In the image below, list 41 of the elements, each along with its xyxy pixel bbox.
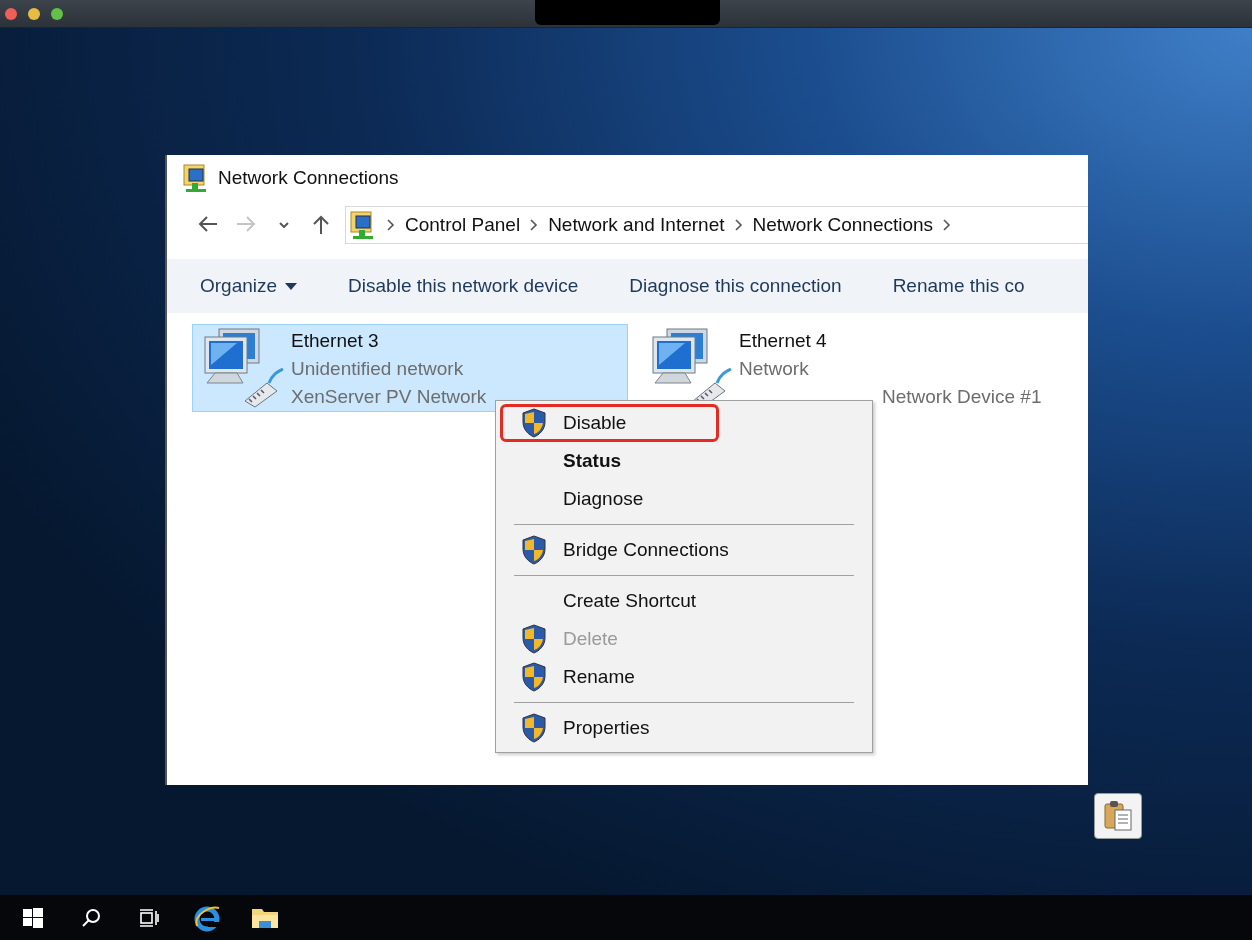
menu-item[interactable]: Diagnose: [500, 480, 737, 518]
search-icon[interactable]: [81, 907, 101, 928]
clipboard-icon[interactable]: [1094, 793, 1142, 839]
breadcrumb-link[interactable]: Network Connections: [752, 214, 934, 236]
chevron-icon: [734, 219, 743, 231]
menu-item[interactable]: Disable: [500, 404, 720, 442]
menu-item[interactable]: Status: [500, 442, 715, 480]
toolbar-button[interactable]: Organize: [200, 275, 298, 297]
shield-icon: [521, 662, 547, 692]
device-name: XenServer PV Network: [291, 385, 487, 408]
chevron-icon: [387, 219, 395, 231]
shield-icon: [521, 713, 547, 743]
menu-item[interactable]: Properties: [500, 709, 743, 747]
breadcrumb-link[interactable]: Control Panel: [405, 214, 521, 236]
chevron-down-icon: [279, 222, 289, 228]
connection-name: Ethernet 3: [291, 329, 380, 352]
toolbar-button[interactable]: Disable this network device: [348, 275, 579, 297]
toolbar-button[interactable]: Rename this co: [892, 275, 1025, 297]
menu-item[interactable]: Rename: [500, 658, 728, 696]
device-name: Network Device #1: [881, 385, 1042, 408]
shield-icon: [521, 624, 547, 654]
minimize-button[interactable]: [28, 7, 40, 20]
dropdown-caret-icon: [285, 282, 298, 290]
window-title: Network Connections: [218, 167, 399, 189]
start-button[interactable]: [23, 907, 43, 928]
chevron-icon: [530, 219, 539, 231]
shield-icon: [521, 408, 547, 438]
connection-status: Network: [739, 357, 810, 380]
connection-name: Ethernet 4: [739, 329, 828, 352]
maximize-button[interactable]: [51, 7, 63, 20]
address-bar[interactable]: Control Panel Network and Internet Network Connections: [345, 206, 1088, 244]
toolbar-button[interactable]: Diagnose this connection: [629, 275, 842, 297]
menu-item[interactable]: Bridge Connections: [500, 531, 822, 569]
connection-status: Unidentified network: [291, 357, 465, 380]
task-view-icon[interactable]: [139, 907, 159, 928]
connection-item[interactable]: Ethernet 3 Unidentified network XenServer PV Network: [192, 324, 628, 412]
chevron-icon: [943, 219, 952, 231]
menu-item[interactable]: Create Shortcut: [500, 582, 790, 620]
close-button[interactable]: [5, 7, 17, 20]
shield-icon: [521, 535, 547, 565]
breadcrumb-link[interactable]: Network and Internet: [548, 214, 725, 236]
